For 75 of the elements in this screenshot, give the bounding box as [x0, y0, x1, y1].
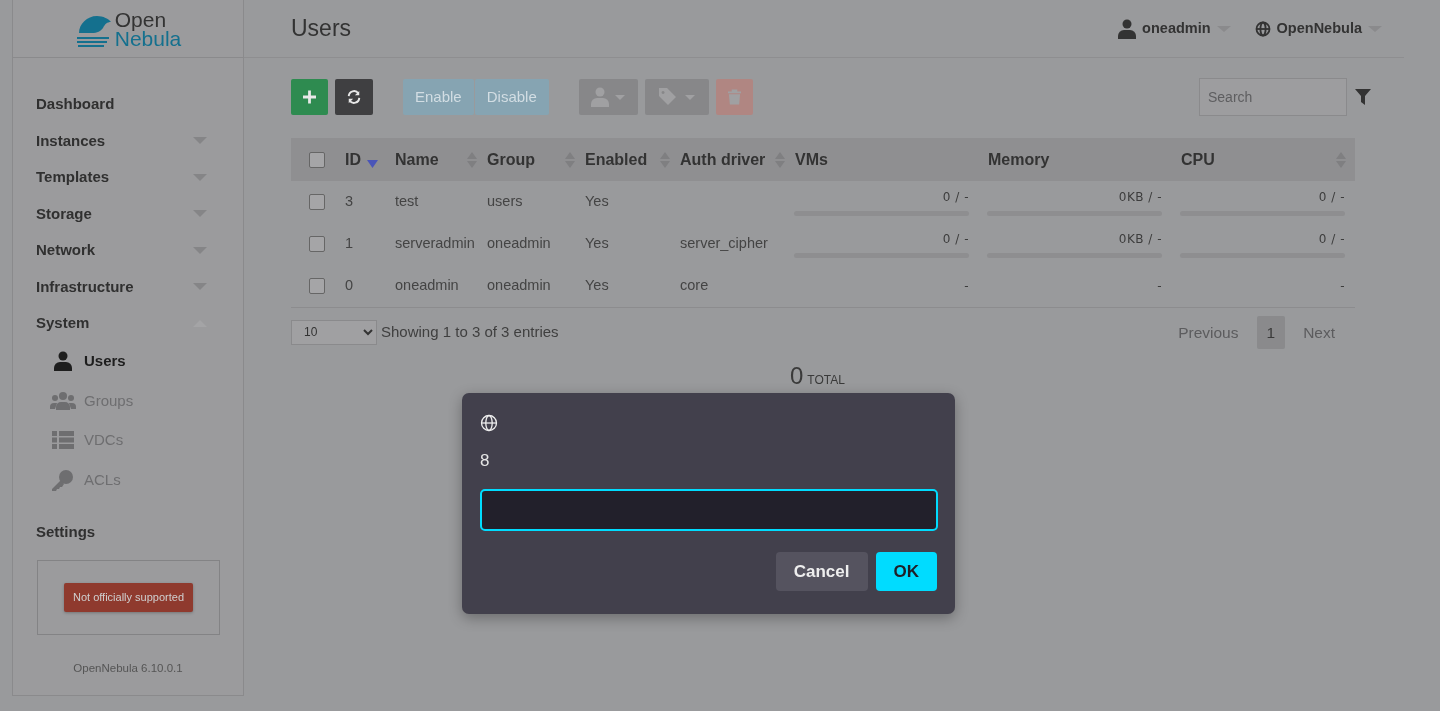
table-cell: Yes	[585, 235, 609, 252]
sidebar-item[interactable]: Settings	[36, 513, 219, 550]
column-header[interactable]: Memory	[988, 147, 1050, 172]
user-menu[interactable]: oneadmin	[1118, 17, 1231, 40]
checkbox[interactable]	[309, 236, 325, 253]
table-cell: oneadmin	[487, 276, 551, 293]
usage-reading: 0 / -	[941, 189, 969, 206]
refresh-button[interactable]	[335, 79, 373, 115]
caret-icon	[684, 94, 695, 100]
prompt-input[interactable]	[480, 489, 938, 531]
usage-reading: 0KB / -	[1117, 189, 1162, 206]
column-header[interactable]: ID	[345, 147, 361, 172]
checkbox[interactable]	[309, 278, 325, 295]
plus-icon	[303, 90, 316, 104]
table-cell: 0	[345, 276, 354, 293]
group-icon	[50, 390, 76, 411]
table-cell: Yes	[585, 193, 609, 210]
usage-reading: -	[1339, 277, 1345, 295]
table-cell: oneadmin	[395, 276, 459, 293]
usage-reading: 0KB / -	[1117, 231, 1162, 248]
dialog-message: 8	[480, 449, 491, 472]
sidebar-item[interactable]: Storage	[36, 195, 219, 232]
user-icon	[591, 87, 610, 107]
table-cell: serveradmin	[395, 235, 475, 252]
sidebar-item[interactable]: Network	[36, 232, 219, 269]
table-cell: core	[680, 276, 709, 293]
globe-icon	[480, 414, 498, 433]
user-icon	[54, 351, 72, 372]
trash-icon	[727, 89, 741, 105]
logo-text: Open	[114, 9, 168, 29]
usage-reading: -	[1156, 277, 1162, 295]
page-title: Users	[291, 14, 352, 43]
table-cell: 1	[345, 235, 354, 252]
sidebar-item[interactable]: Templates	[36, 159, 219, 196]
usage-reading: 0 / -	[1317, 189, 1345, 206]
usage-reading: 0 / -	[941, 231, 969, 248]
caret-icon	[615, 94, 626, 100]
support-badge: Not officially supported	[63, 583, 194, 612]
key-icon	[52, 468, 74, 491]
tag-icon	[658, 88, 679, 106]
table-cell: 3	[345, 193, 354, 210]
entries-info: Showing 1 to 3 of 3 entries	[381, 321, 559, 342]
list-icon	[52, 431, 74, 450]
globe-icon	[1254, 20, 1271, 37]
pagination-button[interactable]: Next	[1293, 315, 1345, 349]
search-field[interactable]: Search	[1199, 78, 1347, 116]
pagination-button[interactable]: 1	[1256, 315, 1286, 349]
table-cell: server_cipher	[680, 235, 768, 252]
column-header[interactable]: CPU	[1181, 147, 1215, 172]
user-icon	[1118, 18, 1137, 39]
usage-reading: 0 / -	[1317, 231, 1345, 248]
sidebar-item[interactable]: Infrastructure	[36, 268, 219, 305]
refresh-icon	[347, 89, 361, 105]
add-button[interactable]	[291, 79, 328, 115]
table-cell: Yes	[585, 276, 609, 293]
sidebar-item[interactable]: Instances	[36, 122, 219, 159]
sidebar-item[interactable]: System	[36, 305, 219, 342]
sidebar-item[interactable]: Dashboard	[36, 86, 219, 123]
zone-menu[interactable]: OpenNebula	[1254, 17, 1382, 40]
checkbox[interactable]	[309, 194, 325, 211]
total-label: TOTAL	[807, 372, 845, 389]
version-text: OpenNebula 6.10.0.1	[72, 660, 184, 676]
usage-reading: -	[963, 277, 969, 295]
checkbox[interactable]	[309, 152, 325, 169]
page-size-select[interactable]: 10	[291, 319, 377, 345]
filter-icon	[1355, 89, 1371, 105]
cancel-button[interactable]: Cancel	[775, 552, 868, 591]
total-count: 0	[790, 361, 804, 391]
table-cell: oneadmin	[487, 235, 551, 252]
column-header[interactable]: VMs	[795, 147, 828, 172]
ok-button[interactable]: OK	[875, 552, 937, 591]
table-cell: users	[487, 193, 523, 210]
table-cell: test	[395, 193, 419, 210]
pagination-button[interactable]: Previous	[1168, 315, 1249, 349]
sidebar-subitem[interactable]: Users	[36, 341, 219, 381]
